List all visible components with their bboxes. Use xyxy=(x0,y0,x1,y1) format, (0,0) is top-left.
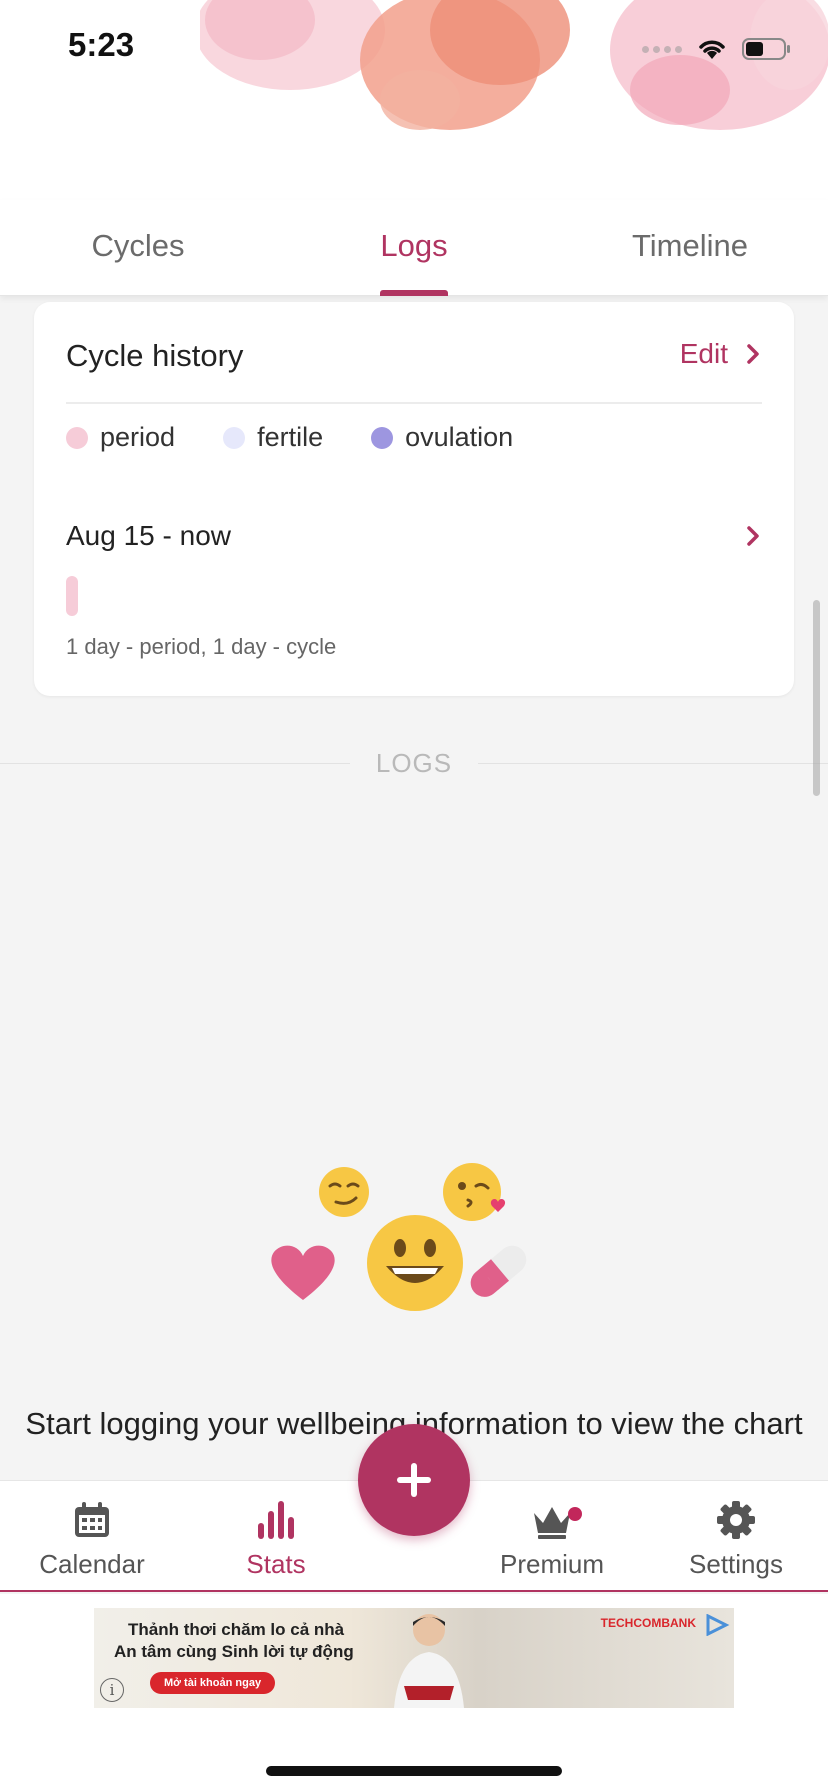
cycle-legend: period fertile ovulation xyxy=(66,422,513,453)
empty-state-illustration xyxy=(271,1163,527,1311)
card-divider xyxy=(66,402,762,404)
logs-section-divider: LOGS xyxy=(0,748,828,778)
calendar-icon xyxy=(75,1502,109,1537)
fertile-dot-icon xyxy=(223,426,246,449)
edit-button[interactable]: Edit xyxy=(680,338,760,370)
battery-icon xyxy=(742,38,790,60)
chevron-right-icon xyxy=(747,526,759,546)
nav-calendar-label: Calendar xyxy=(39,1549,145,1579)
ad-choices-icon[interactable] xyxy=(704,1614,730,1636)
ad-brand-logo: TECHCOMBANK xyxy=(600,1616,696,1630)
premium-badge-dot xyxy=(568,1507,582,1521)
tab-timeline[interactable]: Timeline xyxy=(552,200,828,295)
smirk-emoji-icon xyxy=(319,1167,369,1217)
period-dot-icon xyxy=(66,426,88,449)
tab-logs[interactable]: Logs xyxy=(276,200,552,295)
legend-period: period xyxy=(66,422,175,453)
add-log-button[interactable] xyxy=(358,1424,470,1536)
nav-settings[interactable]: Settings xyxy=(656,1499,816,1580)
nav-settings-label: Settings xyxy=(689,1549,783,1579)
cycle-history-card: Cycle history Edit period fertile ovulat… xyxy=(34,302,794,696)
legend-period-label: period xyxy=(100,422,176,452)
period-bar xyxy=(66,576,78,616)
ad-banner[interactable]: Thảnh thơi chăm lo cả nhà An tâm cùng Si… xyxy=(94,1608,734,1708)
ad-headline-2: An tâm cùng Sinh lời tự động xyxy=(114,1642,354,1661)
heart-icon xyxy=(271,1245,335,1300)
ad-person-image xyxy=(394,1614,464,1708)
ad-info-icon[interactable]: i xyxy=(100,1678,124,1702)
status-time: 5:23 xyxy=(68,26,135,63)
status-icons xyxy=(642,34,792,64)
nav-premium-label: Premium xyxy=(499,1549,604,1579)
cycle-history-title: Cycle history xyxy=(66,338,244,373)
kiss-emoji-icon xyxy=(443,1163,506,1221)
cycle-summary: 1 day - period, 1 day - cycle xyxy=(66,634,337,659)
cycle-range-label: Aug 15 - now xyxy=(66,520,231,551)
legend-ovulation: ovulation xyxy=(371,422,513,453)
legend-ovulation-label: ovulation xyxy=(405,422,514,452)
cycle-range-row[interactable]: Aug 15 - now xyxy=(66,520,760,552)
crown-icon xyxy=(534,1507,570,1539)
nav-stats[interactable]: Stats xyxy=(196,1499,356,1580)
gear-icon xyxy=(717,1501,755,1539)
pill-icon xyxy=(470,1245,527,1297)
wifi-icon xyxy=(699,40,725,59)
segment-tabs: Cycles Logs Timeline xyxy=(0,200,828,296)
flower-banner-image xyxy=(200,0,828,130)
nav-stats-label: Stats xyxy=(246,1549,306,1579)
nav-premium[interactable]: Premium xyxy=(472,1499,632,1580)
smile-emoji-icon xyxy=(367,1215,463,1311)
nav-calendar[interactable]: Calendar xyxy=(12,1499,172,1580)
plus-icon xyxy=(397,1463,431,1497)
ovulation-dot-icon xyxy=(371,426,394,449)
legend-fertile-label: fertile xyxy=(257,422,324,452)
signal-icon xyxy=(642,45,682,53)
ad-area: Thảnh thơi chăm lo cả nhà An tâm cùng Si… xyxy=(0,1594,828,1792)
ad-headline-1: Thảnh thơi chăm lo cả nhà xyxy=(128,1620,345,1639)
edit-label: Edit xyxy=(679,338,728,369)
ad-cta-button[interactable]: Mở tài khoản ngay xyxy=(150,1672,276,1694)
home-indicator xyxy=(266,1766,562,1776)
legend-fertile: fertile xyxy=(223,422,323,453)
tab-cycles[interactable]: Cycles xyxy=(0,200,276,295)
chevron-right-icon xyxy=(747,344,759,364)
bar-chart-icon xyxy=(258,1501,294,1539)
scrollbar[interactable] xyxy=(813,600,820,796)
